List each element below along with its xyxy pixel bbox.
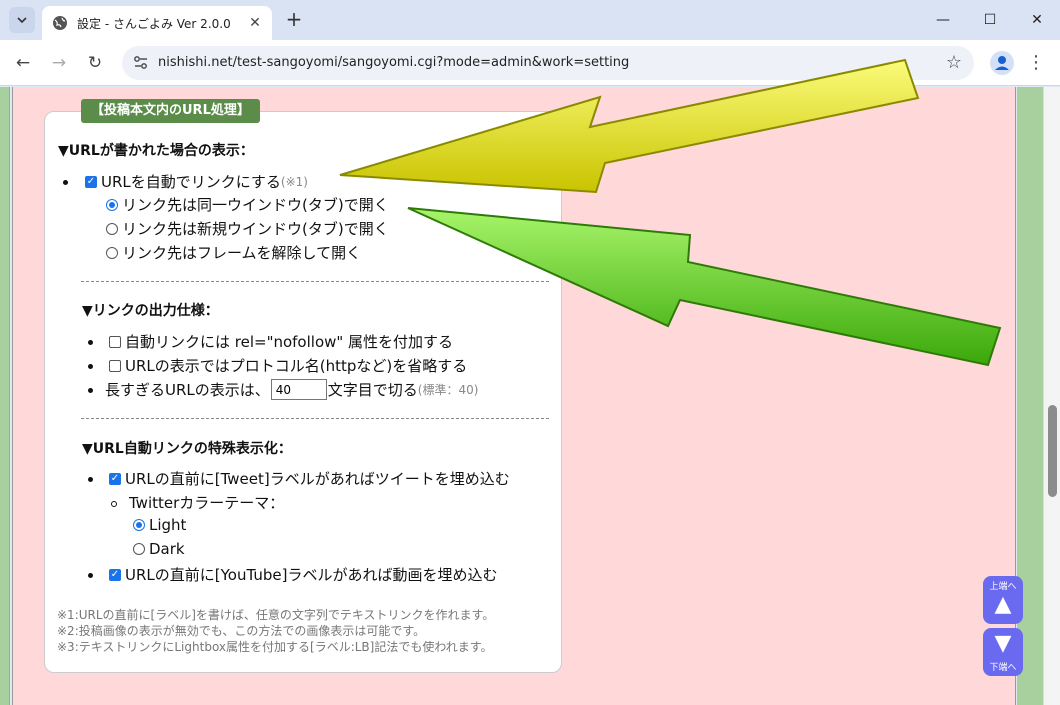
theme-dark-row[interactable]: Dark: [133, 540, 185, 558]
reload-button[interactable]: ↻: [82, 50, 108, 76]
youtube-embed-label[interactable]: URLの直前に[YouTube]ラベルがあれば動画を埋め込む: [125, 564, 497, 585]
scrollbar-thumb[interactable]: [1048, 405, 1057, 497]
footnote-3: ※3:テキストリンクにLightbox属性を付加する[ラベル:LB]記法でも使わ…: [57, 640, 493, 654]
theme-light-row[interactable]: Light: [133, 516, 186, 534]
url-text[interactable]: nishishi.net/test-sangoyomi/sangoyomi.cg…: [158, 46, 629, 80]
jump-to-bottom-button[interactable]: ▼ 下端へ: [983, 628, 1023, 676]
list-bullet: [88, 573, 93, 578]
active-tab[interactable]: 設定 - さんごよみ Ver 2.0.0 ✕: [42, 6, 272, 40]
footnote-1: ※1:URLの直前に[ラベル]を書けば、任意の文字列でテキストリンクを作れます。: [57, 608, 495, 622]
tab-close-icon[interactable]: ✕: [244, 15, 266, 31]
nofollow-checkbox[interactable]: [109, 335, 121, 348]
theme-dark-label[interactable]: Dark: [149, 540, 185, 558]
new-tab-button[interactable]: +: [282, 8, 306, 32]
section-divider: [81, 281, 549, 282]
omit-protocol-checkbox[interactable]: [109, 359, 121, 372]
left-margin: [0, 87, 10, 705]
bookmark-star-icon[interactable]: ☆: [946, 46, 962, 80]
minimize-button[interactable]: —: [928, 8, 958, 32]
globe-icon: [53, 16, 67, 30]
truncate-prefix: 長すぎるURLの表示は、: [105, 381, 270, 399]
break-frame-label[interactable]: リンク先はフレームを解除して開く: [122, 242, 361, 263]
youtube-embed-row[interactable]: ✓ URLの直前に[YouTube]ラベルがあれば動画を埋め込む: [109, 564, 497, 585]
section-url-display-heading: ▼URLが書かれた場合の表示：: [58, 143, 254, 159]
open-same-window-radio[interactable]: [106, 198, 118, 211]
twitter-theme-label: Twitterカラーテーマ：: [129, 494, 285, 512]
auto-link-checkbox[interactable]: ✓: [85, 175, 97, 188]
jump-top-label: 上端へ: [989, 582, 1017, 592]
truncate-suffix: 文字目で切る: [327, 381, 418, 399]
back-button[interactable]: ←: [10, 50, 36, 76]
section-special-display-heading: ▼URL自動リンクの特殊表示化：: [82, 441, 292, 457]
jump-to-top-button[interactable]: 上端へ ▲: [983, 576, 1023, 624]
tweet-embed-row[interactable]: ✓ URLの直前に[Tweet]ラベルがあればツイートを埋め込む: [109, 468, 510, 489]
list-bullet: [88, 364, 93, 369]
twitter-theme-row: Twitterカラーテーマ：: [129, 492, 284, 513]
chevron-down-icon: [17, 17, 27, 24]
browser-menu-button[interactable]: ⋮: [1026, 50, 1046, 76]
break-frame-radio[interactable]: [106, 246, 118, 259]
list-bullet: [88, 477, 93, 482]
list-bullet: [88, 340, 93, 345]
address-bar[interactable]: nishishi.net/test-sangoyomi/sangoyomi.cg…: [122, 46, 974, 80]
theme-light-label[interactable]: Light: [149, 516, 186, 534]
footnote-2: ※2:投稿画像の表示が無効でも、この方法での画像表示は可能です。: [57, 624, 426, 638]
tab-list-button[interactable]: [9, 7, 35, 33]
truncate-default-note: (標準：40): [417, 383, 479, 397]
open-same-window-row[interactable]: リンク先は同一ウインドウ(タブ)で開く: [106, 194, 389, 215]
theme-dark-radio[interactable]: [133, 543, 145, 555]
youtube-embed-checkbox[interactable]: ✓: [109, 568, 121, 581]
up-arrow-icon: ▲: [994, 592, 1012, 617]
list-bullet: [63, 180, 68, 185]
auto-link-note: (※1): [280, 174, 308, 189]
nofollow-label[interactable]: 自動リンクには rel="nofollow" 属性を付加する: [125, 331, 453, 352]
nofollow-row[interactable]: 自動リンクには rel="nofollow" 属性を付加する: [109, 331, 453, 352]
truncate-length-input[interactable]: [270, 379, 327, 400]
profile-avatar[interactable]: [990, 51, 1014, 75]
section-link-output-heading: ▼リンクの出力仕様：: [82, 303, 219, 319]
theme-light-radio[interactable]: [133, 519, 145, 531]
tweet-embed-checkbox[interactable]: ✓: [109, 472, 121, 485]
tab-bar: 設定 - さんごよみ Ver 2.0.0 ✕ + — ☐ ✕: [0, 0, 1060, 40]
open-new-window-radio[interactable]: [106, 222, 118, 235]
omit-protocol-row[interactable]: URLの表示ではプロトコル名(httpなど)を省略する: [109, 355, 467, 376]
open-new-window-row[interactable]: リンク先は新規ウインドウ(タブ)で開く: [106, 218, 389, 239]
auto-link-row[interactable]: ✓ URLを自動でリンクにする (※1): [85, 171, 308, 192]
browser-toolbar: ← → ↻ nishishi.net/test-sangoyomi/sangoy…: [0, 40, 1060, 86]
open-new-window-label[interactable]: リンク先は新規ウインドウ(タブ)で開く: [122, 218, 389, 239]
down-arrow-icon: ▼: [994, 631, 1012, 656]
tweet-embed-label[interactable]: URLの直前に[Tweet]ラベルがあればツイートを埋め込む: [125, 468, 510, 489]
person-icon: [995, 56, 1009, 70]
break-frame-row[interactable]: リンク先はフレームを解除して開く: [106, 242, 361, 263]
url-settings-panel: ▼URLが書かれた場合の表示： ✓ URLを自動でリンクにする (※1) リンク…: [44, 111, 562, 673]
open-same-window-label[interactable]: リンク先は同一ウインドウ(タブ)で開く: [122, 194, 389, 215]
list-bullet-hollow: [111, 501, 117, 507]
tab-title: 設定 - さんごよみ Ver 2.0.0: [77, 16, 231, 31]
list-bullet: [88, 388, 93, 393]
omit-protocol-label[interactable]: URLの表示ではプロトコル名(httpなど)を省略する: [125, 355, 467, 376]
maximize-button[interactable]: ☐: [975, 8, 1005, 32]
truncate-row: 長すぎるURLの表示は、 文字目で切る (標準：40): [105, 379, 478, 400]
auto-link-label[interactable]: URLを自動でリンクにする: [101, 171, 281, 192]
main-content: ▼URLが書かれた場合の表示： ✓ URLを自動でリンクにする (※1) リンク…: [12, 87, 1016, 705]
panel-title: 【投稿本文内のURL処理】: [81, 99, 260, 123]
section-divider: [81, 418, 549, 419]
jump-bottom-label: 下端へ: [989, 663, 1017, 673]
close-window-button[interactable]: ✕: [1022, 8, 1052, 32]
forward-button[interactable]: →: [46, 50, 72, 76]
page-viewport: ▼URLが書かれた場合の表示： ✓ URLを自動でリンクにする (※1) リンク…: [0, 87, 1060, 705]
site-settings-icon[interactable]: [132, 54, 150, 72]
page-scrollbar[interactable]: [1043, 87, 1060, 705]
